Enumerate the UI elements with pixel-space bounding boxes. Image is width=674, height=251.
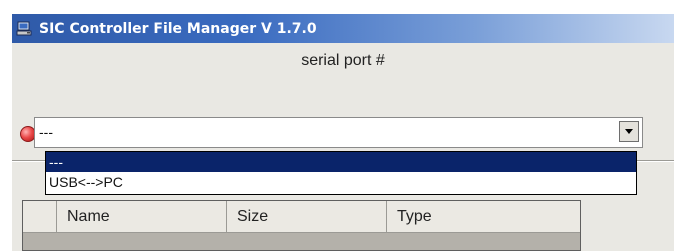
computer-icon — [15, 19, 35, 39]
dropdown-option[interactable]: USB<-->PC — [46, 172, 636, 192]
serial-port-label: serial port # — [301, 52, 385, 69]
column-header-type[interactable]: Type — [387, 201, 580, 232]
window-title: SIC Controller File Manager V 1.7.0 — [39, 20, 317, 37]
app-window: SIC Controller File Manager V 1.7.0 seri… — [12, 14, 674, 251]
chevron-down-icon — [625, 128, 633, 134]
serial-port-selected-value: --- — [39, 124, 53, 140]
dropdown-option[interactable]: --- — [46, 152, 636, 172]
column-header-select[interactable] — [23, 201, 57, 232]
column-header-size[interactable]: Size — [227, 201, 387, 232]
column-header-name[interactable]: Name — [57, 201, 227, 232]
title-bar[interactable]: SIC Controller File Manager V 1.7.0 — [12, 14, 674, 43]
file-table: Name Size Type — [22, 200, 581, 251]
serial-port-select[interactable]: --- — [34, 117, 643, 148]
table-header: Name Size Type — [23, 201, 580, 233]
dropdown-button[interactable] — [619, 121, 639, 142]
serial-port-dropdown-list: --- USB<-->PC — [45, 151, 637, 195]
